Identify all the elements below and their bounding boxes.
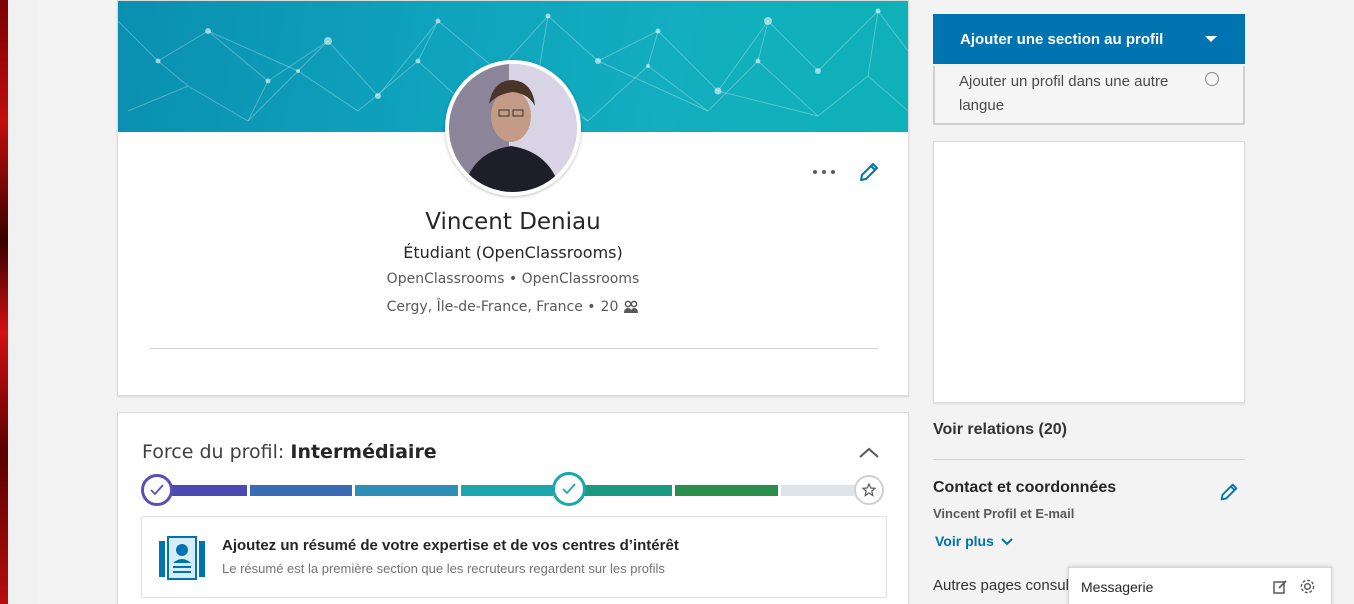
collapse-button[interactable] [856, 443, 882, 463]
pencil-icon [860, 163, 878, 181]
see-more-link[interactable]: Voir plus [935, 533, 1014, 549]
see-connections-link[interactable]: Voir relations (20) [933, 421, 1067, 439]
strength-bar-segment [582, 485, 672, 496]
star-icon [862, 483, 876, 497]
profile-location: Cergy, Île-de-France, France • [386, 299, 596, 315]
strength-goal-node [854, 475, 884, 505]
add-language-profile-label: Ajouter un profil dans une autre langue [959, 73, 1169, 114]
add-language-profile-item[interactable]: Ajouter un profil dans une autre langue [933, 66, 1245, 125]
help-icon[interactable] [1205, 72, 1219, 86]
chevron-up-icon [859, 447, 879, 458]
resume-icon [157, 535, 207, 581]
messaging-bar[interactable]: Messagerie [1068, 567, 1332, 604]
contact-info-title: Contact et coordonnées [933, 479, 1117, 496]
tip-title: Ajoutez un résumé de votre expertise et … [222, 537, 679, 554]
avatar-image [449, 64, 577, 192]
people-icon [624, 300, 639, 313]
profile-strength-heading: Force du profil: Intermédiaire [142, 441, 437, 463]
profile-photo[interactable] [445, 60, 581, 196]
pencil-icon [1220, 483, 1238, 501]
gear-icon[interactable] [1299, 578, 1316, 595]
check-icon [150, 484, 164, 496]
profile-name: Vincent Deniau [425, 209, 601, 235]
profile-strength-card: Force du profil: Intermédiaire Ajoutez u… [117, 412, 909, 604]
dot-icon [831, 170, 835, 174]
profile-headline: Étudiant (OpenClassrooms) [403, 243, 623, 262]
strength-bar-segment [781, 485, 861, 496]
chevron-down-icon [1001, 538, 1013, 546]
profile-tip-card[interactable]: Ajoutez un résumé de votre expertise et … [141, 516, 887, 598]
caret-down-icon [1205, 36, 1217, 42]
background-edge [0, 0, 8, 604]
background-gutter [8, 0, 38, 604]
strength-start-node [141, 474, 173, 506]
strength-bar-segment [675, 485, 778, 496]
check-icon [562, 483, 576, 495]
edit-intro-button[interactable] [856, 159, 882, 185]
profile-top-card: Vincent Deniau Étudiant (OpenClassrooms)… [117, 0, 909, 396]
strength-bar-segment [461, 485, 553, 496]
messaging-label: Messagerie [1081, 579, 1154, 595]
dot-icon [813, 170, 817, 174]
see-more-label: Voir plus [935, 533, 994, 549]
tip-subtitle: Le résumé est la première section que le… [222, 561, 665, 576]
strength-bar-segment [250, 485, 352, 496]
contact-info-subtitle: Vincent Profil et E-mail [933, 506, 1075, 521]
profile-company-line[interactable]: OpenClassrooms • OpenClassrooms [118, 271, 908, 287]
more-actions-button[interactable] [812, 161, 838, 183]
strength-bar-segment [355, 485, 458, 496]
compose-icon[interactable] [1272, 579, 1288, 595]
card-divider [150, 348, 878, 349]
edit-contact-button[interactable] [1217, 480, 1241, 504]
strength-current-node [552, 472, 586, 506]
add-profile-section-label: Ajouter une section au profil [960, 31, 1164, 48]
profile-location-line: Cergy, Île-de-France, France • 20 [118, 299, 908, 315]
sidebar-ad-slot [933, 141, 1245, 403]
connections-count[interactable]: 20 [601, 299, 619, 315]
dot-icon [822, 170, 826, 174]
profile-strength-level: Intermédiaire [290, 441, 437, 463]
sidebar-divider [933, 459, 1245, 460]
profile-strength-label: Force du profil: [142, 441, 285, 463]
add-profile-section-button[interactable]: Ajouter une section au profil [933, 14, 1245, 64]
